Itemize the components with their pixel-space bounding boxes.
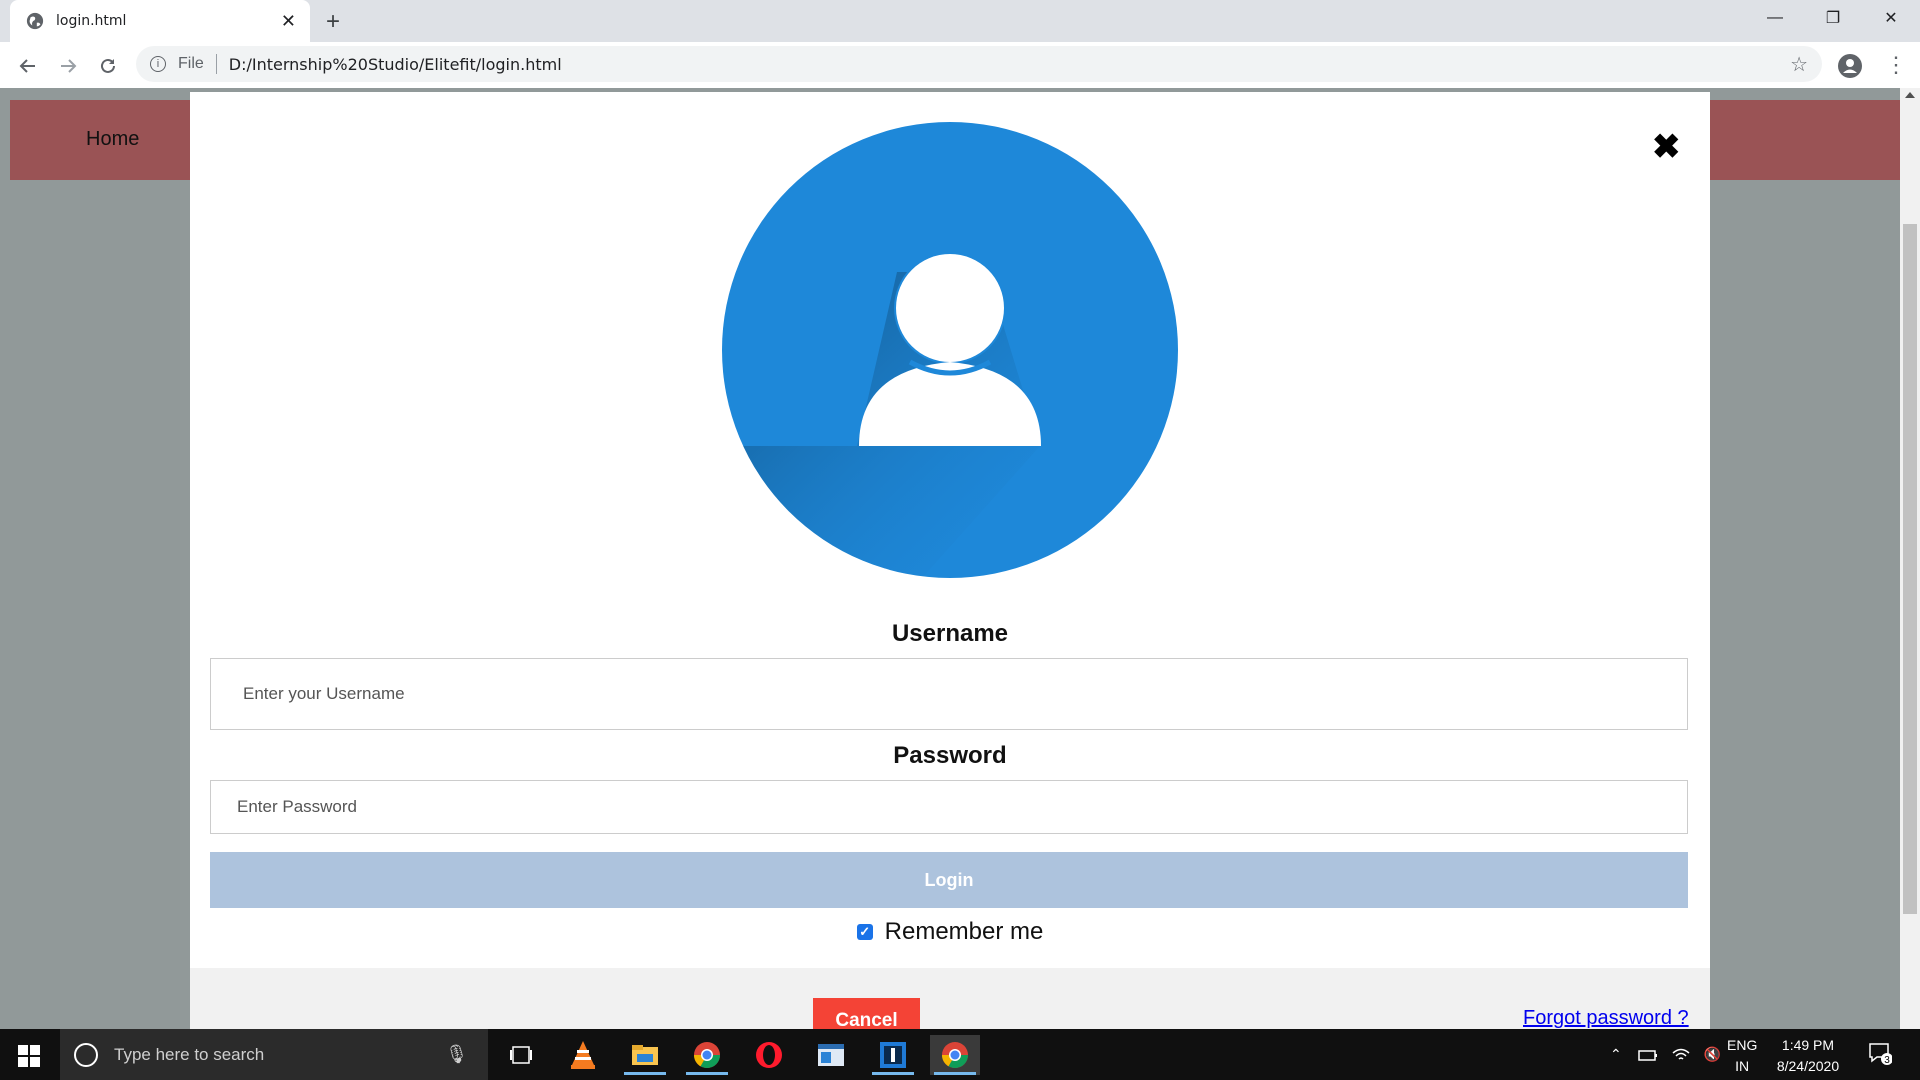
tab-title: login.html [56, 13, 127, 29]
running-indicator [872, 1072, 914, 1075]
language-indicator[interactable]: ENG IN [1727, 1035, 1757, 1077]
file-explorer-icon[interactable] [620, 1035, 670, 1075]
clock-time: 1:49 PM [1781, 1037, 1835, 1053]
search-placeholder: Type here to search [114, 1044, 265, 1064]
bookmark-star-icon[interactable]: ☆ [1790, 52, 1808, 77]
forgot-password-link[interactable]: Forgot password ? [1523, 1007, 1689, 1030]
svg-text:3: 3 [1884, 1055, 1890, 1065]
globe-icon [26, 12, 44, 30]
taskbar-clock[interactable]: 1:49 PM 8/24/2020 [1760, 1035, 1856, 1077]
profile-avatar-icon[interactable] [1838, 54, 1862, 78]
task-view-icon[interactable] [496, 1035, 546, 1075]
url-text[interactable]: D:/Internship%20Studio/Elitefit/login.ht… [229, 55, 562, 74]
remember-me-row: ✓ Remember me [190, 918, 1710, 946]
reload-icon [101, 58, 115, 73]
new-tab-button[interactable]: + [326, 8, 340, 36]
windows-taskbar: Type here to search 🎙 ⌃ 🔇 ENG IN 1:49 PM… [0, 1029, 1920, 1080]
browser-toolbar: i File D:/Internship%20Studio/Elitefit/l… [0, 42, 1920, 88]
windows-start-icon[interactable] [18, 1045, 40, 1067]
address-bar[interactable]: i File D:/Internship%20Studio/Elitefit/l… [136, 46, 1822, 82]
cortana-icon[interactable] [74, 1042, 98, 1067]
chrome-active-icon[interactable] [930, 1035, 980, 1075]
running-indicator [686, 1072, 728, 1075]
url-scheme: File [178, 55, 204, 72]
running-indicator [934, 1072, 976, 1075]
login-modal: ✖ Username Password Login ✓ Remember me … [190, 92, 1710, 1048]
speaker-muted-icon[interactable]: 🔇 [1704, 1046, 1721, 1063]
app-window-icon[interactable] [806, 1035, 856, 1075]
chevron-up-icon[interactable]: ⌃ [1610, 1046, 1622, 1063]
region-code: IN [1735, 1058, 1750, 1074]
window-close-button[interactable]: ✕ [1862, 0, 1920, 36]
username-label: Username [891, 620, 1009, 647]
microphone-icon[interactable]: 🎙 [445, 1044, 468, 1065]
modal-close-icon[interactable]: ✖ [1652, 130, 1681, 164]
battery-icon[interactable] [1637, 1048, 1658, 1062]
arrow-left-icon [19, 59, 35, 73]
remember-me-checkbox[interactable]: ✓ [856, 924, 873, 940]
browser-tabstrip: login.html ✕ + — ❐ ✕ [0, 0, 1920, 42]
scrollbar-thumb[interactable] [1903, 224, 1917, 914]
system-tray: ⌃ 🔇 [1610, 1029, 1721, 1080]
info-icon[interactable]: i [150, 56, 166, 72]
language-code: ENG [1727, 1037, 1758, 1053]
password-label: Password [893, 742, 1007, 769]
action-center-icon[interactable]: 3 [1868, 1041, 1892, 1065]
more-menu-icon[interactable]: ⋮ [1885, 52, 1907, 78]
running-indicator [624, 1072, 666, 1075]
wifi-icon[interactable] [1672, 1047, 1690, 1063]
opera-icon[interactable] [744, 1035, 794, 1075]
username-input[interactable] [210, 658, 1688, 730]
remember-me-label: Remember me [884, 918, 1044, 945]
restore-button[interactable]: ❐ [1804, 0, 1862, 36]
browser-tab[interactable]: login.html ✕ [10, 0, 310, 42]
app-bracket-icon[interactable] [868, 1035, 918, 1075]
forward-button[interactable] [54, 52, 82, 80]
user-avatar-icon [722, 122, 1178, 578]
reload-button[interactable] [94, 52, 122, 80]
clock-date: 8/24/2020 [1776, 1058, 1840, 1074]
taskbar-search[interactable]: Type here to search 🎙 [60, 1029, 488, 1080]
scroll-up-arrow-icon[interactable] [1905, 92, 1915, 98]
login-button[interactable]: Login [210, 852, 1688, 908]
minimize-button[interactable]: — [1746, 0, 1804, 36]
vlc-icon[interactable] [558, 1035, 608, 1075]
chrome-icon[interactable] [682, 1035, 732, 1075]
arrow-right-icon [61, 59, 77, 73]
password-input[interactable] [210, 780, 1688, 834]
person-icon [1843, 59, 1857, 73]
close-tab-icon[interactable]: ✕ [281, 11, 296, 32]
page-scrollbar[interactable] [1900, 88, 1920, 1029]
url-separator [215, 54, 217, 74]
back-button[interactable] [14, 52, 42, 80]
nav-home-link[interactable]: Home [86, 128, 139, 151]
